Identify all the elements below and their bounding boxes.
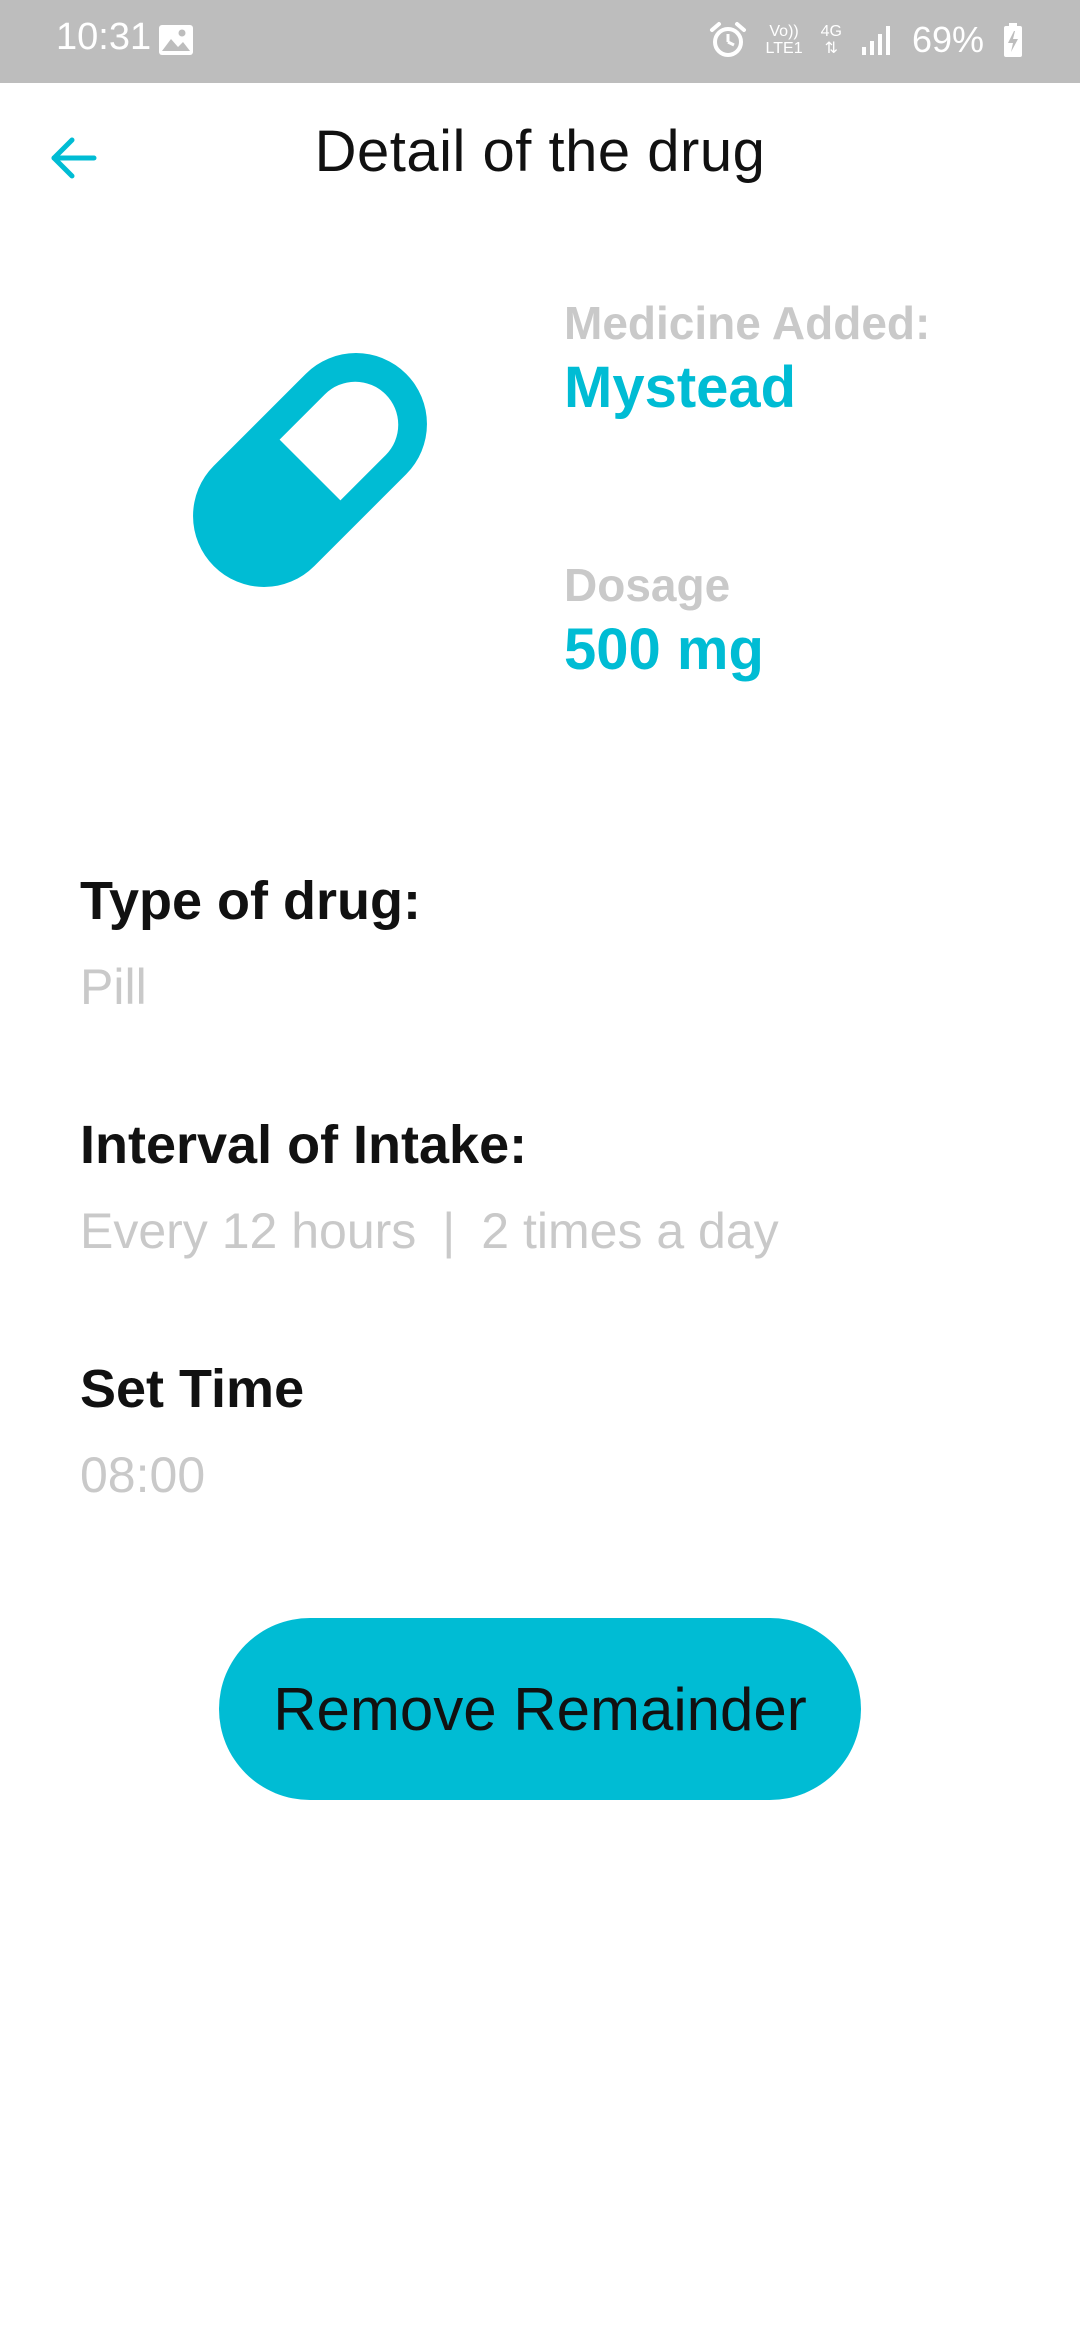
type-of-drug-value: Pill (80, 959, 147, 1015)
network-indicator: 4G ⇅ (821, 23, 842, 57)
set-time-value: 08:00 (80, 1447, 206, 1503)
battery-percent: 69% (911, 19, 984, 60)
interval-hours: Every 12 hours (80, 1203, 417, 1259)
page-title: Detail of the drug (314, 119, 766, 184)
status-icons: Vo)) LTE1 4G ⇅ 69% (708, 14, 1024, 66)
set-time-heading: Set Time (80, 1359, 305, 1419)
dosage-value: 500 mg (564, 617, 764, 682)
interval-times: 2 times a day (481, 1203, 779, 1259)
medicine-name: Mystead (564, 355, 797, 420)
gallery-icon (159, 25, 193, 55)
signal-icon (861, 26, 890, 55)
medicine-added-label: Medicine Added: (564, 297, 931, 349)
type-of-drug-heading: Type of drug: (80, 871, 421, 931)
interval-value: Every 12 hours | 2 times a day (80, 1202, 779, 1260)
status-time: 10:31 (56, 16, 152, 58)
interval-separator: | (442, 1203, 456, 1259)
interval-heading: Interval of Intake: (80, 1115, 528, 1175)
status-bar: 10:31 Vo)) LTE1 4G ⇅ 69% (0, 0, 1080, 83)
dosage-label: Dosage (564, 559, 731, 611)
remove-reminder-button[interactable]: Remove Remainder (219, 1618, 861, 1800)
network-label: 4G (820, 23, 842, 40)
data-arrows-icon: ⇅ (824, 40, 838, 57)
volte-top-label: Vo)) (769, 23, 799, 40)
battery-charging-icon (1004, 23, 1022, 57)
alarm-icon (709, 22, 746, 57)
pill-icon (193, 353, 427, 587)
drug-detail-screen: 10:31 Vo)) LTE1 4G ⇅ 69% Detail of the d… (0, 0, 1080, 2340)
volte-bottom-label: LTE1 (765, 40, 803, 57)
volte-indicator: Vo)) LTE1 (766, 23, 803, 57)
